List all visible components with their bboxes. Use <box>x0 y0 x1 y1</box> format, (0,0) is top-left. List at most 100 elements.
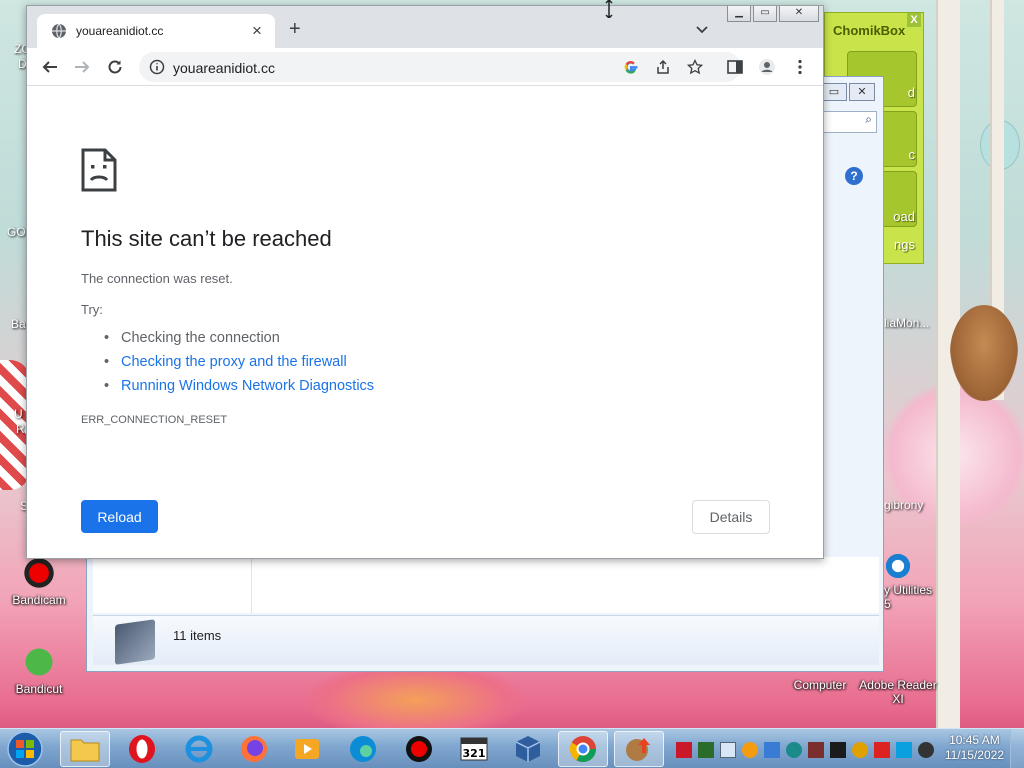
error-title: This site can’t be reached <box>81 226 332 251</box>
explorer-item-count: 11 items <box>173 628 222 643</box>
maximize-button[interactable]: ▭ <box>753 6 777 22</box>
video-editor-icon <box>295 739 319 759</box>
folder-thumbnail-icon <box>115 619 155 665</box>
taskbar-virtualbox-button[interactable] <box>503 731 553 767</box>
tray-pen-icon[interactable] <box>830 742 846 758</box>
back-arrow-icon[interactable] <box>41 58 59 76</box>
search-icon: ⌕ <box>865 112 872 126</box>
chrome-icon <box>569 736 597 763</box>
tray-flag-icon[interactable] <box>874 742 890 758</box>
desktop-icon-bigbrony[interactable]: gibrony <box>884 498 923 512</box>
taskbar-chomikbox-button[interactable] <box>614 731 664 767</box>
taskbar-explorer-button[interactable] <box>60 731 110 767</box>
url-text[interactable]: youareanidiot.cc <box>173 60 275 76</box>
bandicut-icon <box>22 645 56 679</box>
forward-arrow-icon[interactable] <box>73 58 91 76</box>
explorer-details-pane: 11 items <box>93 615 879 665</box>
desktop-icon-utilities[interactable]: y Utilities 5 <box>884 552 934 611</box>
chomikbox-settings-label[interactable]: ngs <box>894 237 915 252</box>
bookmark-star-icon[interactable] <box>687 59 703 75</box>
tray-network-icon[interactable] <box>764 742 780 758</box>
desktop-icon-mediamonkey[interactable]: liaMon... <box>884 316 929 330</box>
tab-close-icon[interactable]: × <box>249 22 265 39</box>
firefox-icon <box>241 736 267 762</box>
tab-strip: youareanidiot.cc × + ▁ ▭ ✕ <box>27 6 823 48</box>
desktop-hamster-decoration <box>950 305 1018 401</box>
desktop-icon-bandicam[interactable]: Bandicam <box>2 556 76 607</box>
tray-gpu-icon[interactable] <box>698 742 714 758</box>
tray-tools-icon[interactable] <box>808 742 824 758</box>
desktop-icon-adobe-reader[interactable]: Adobe Reader XI <box>858 678 938 706</box>
close-button[interactable]: ✕ <box>779 6 819 22</box>
start-button[interactable] <box>4 730 46 768</box>
browser-toolbar: youareanidiot.cc <box>27 48 823 86</box>
explorer-close-button[interactable]: ✕ <box>849 83 875 101</box>
suggestion-check-connection: Checking the connection <box>104 326 374 350</box>
minimize-button[interactable]: ▁ <box>727 6 751 22</box>
more-menu-icon[interactable] <box>791 58 809 76</box>
taskbar-edge-button[interactable] <box>338 731 388 767</box>
suggestion-network-diagnostics-link[interactable]: Running Windows Network Diagnostics <box>104 374 374 398</box>
utilities-icon <box>884 552 912 580</box>
error-page: This site can’t be reached The connectio… <box>27 86 823 558</box>
tab-search-chevron-icon[interactable] <box>695 22 709 36</box>
share-icon[interactable] <box>655 59 671 75</box>
error-subtitle: The connection was reset. <box>81 271 233 286</box>
desktop-icon-computer[interactable]: Computer <box>782 678 858 692</box>
taskbar-internet-explorer-button[interactable] <box>174 731 224 767</box>
desktop-icon-bandicut[interactable]: Bandicut <box>2 645 76 696</box>
taskbar-calendar-button[interactable]: 321 <box>449 731 499 767</box>
desktop-icon-label: Bandicam <box>12 593 66 607</box>
taskbar-video-editor-button[interactable] <box>282 731 332 767</box>
opera-icon <box>129 735 155 763</box>
explorer-search-field[interactable]: ⌕ <box>819 111 877 133</box>
tab-title: youareanidiot.cc <box>76 24 164 38</box>
chrome-window: youareanidiot.cc × + ▁ ▭ ✕ youareanidiot… <box>26 5 824 559</box>
chomikbox-download-label: oad <box>893 209 915 224</box>
desktop-icon-label-partial[interactable]: Ba <box>11 317 26 331</box>
record-icon <box>406 736 432 762</box>
suggestion-check-proxy-link[interactable]: Checking the proxy and the firewall <box>104 350 374 374</box>
explorer-window-controls: ▭ ✕ <box>821 83 875 101</box>
taskbar-bandicam-button[interactable] <box>394 731 444 767</box>
desktop-icon-label-partial[interactable]: R <box>16 422 25 436</box>
desktop-icon-label: Bandicut <box>15 682 63 696</box>
chomikbox-close-button[interactable]: X <box>907 13 921 27</box>
folder-icon <box>70 739 100 762</box>
profile-avatar-icon[interactable] <box>758 58 776 76</box>
taskbar-clock[interactable]: 10:45 AM 11/15/2022 <box>945 733 1004 763</box>
address-bar[interactable]: youareanidiot.cc <box>139 52 741 82</box>
desktop-icon-label-partial[interactable]: GO <box>7 225 26 239</box>
tray-monitor-icon[interactable] <box>720 742 736 758</box>
show-desktop-button[interactable] <box>1010 729 1024 768</box>
chomikbox-title: ChomikBox <box>833 23 906 38</box>
desktop-icon-label: y Utilities 5 <box>884 583 933 611</box>
side-panel-icon[interactable] <box>726 58 744 76</box>
reload-button[interactable]: Reload <box>81 500 158 533</box>
reload-icon[interactable] <box>106 58 124 76</box>
browser-tab[interactable]: youareanidiot.cc × <box>37 14 275 48</box>
svg-text:321: 321 <box>463 747 486 760</box>
chomikbox-upload-label: d <box>907 85 915 100</box>
explorer-file-pane[interactable] <box>93 557 879 613</box>
help-icon[interactable]: ? <box>845 167 863 185</box>
site-info-icon[interactable] <box>149 59 165 75</box>
details-button[interactable]: Details <box>692 500 770 534</box>
tray-volume-icon[interactable] <box>918 742 934 758</box>
resize-cursor-icon <box>605 0 613 18</box>
desktop-icon-label: Computer <box>793 678 847 692</box>
taskbar-chrome-button[interactable] <box>558 731 608 767</box>
tray-update-icon[interactable] <box>742 742 758 758</box>
explorer-maximize-button[interactable]: ▭ <box>821 83 847 101</box>
taskbar-firefox-button[interactable] <box>229 731 279 767</box>
taskbar-opera-button[interactable] <box>117 731 167 767</box>
tray-search-icon[interactable] <box>852 742 868 758</box>
tray-adobe-icon[interactable] <box>676 742 692 758</box>
bandicam-icon <box>22 556 56 590</box>
new-tab-button[interactable]: + <box>289 19 301 39</box>
desktop-icon-label-partial[interactable]: U <box>14 407 23 421</box>
google-lens-icon[interactable] <box>623 59 639 75</box>
explorer-pane-divider[interactable] <box>251 557 252 613</box>
tray-display-icon[interactable] <box>896 742 912 758</box>
tray-security-icon[interactable] <box>786 742 802 758</box>
